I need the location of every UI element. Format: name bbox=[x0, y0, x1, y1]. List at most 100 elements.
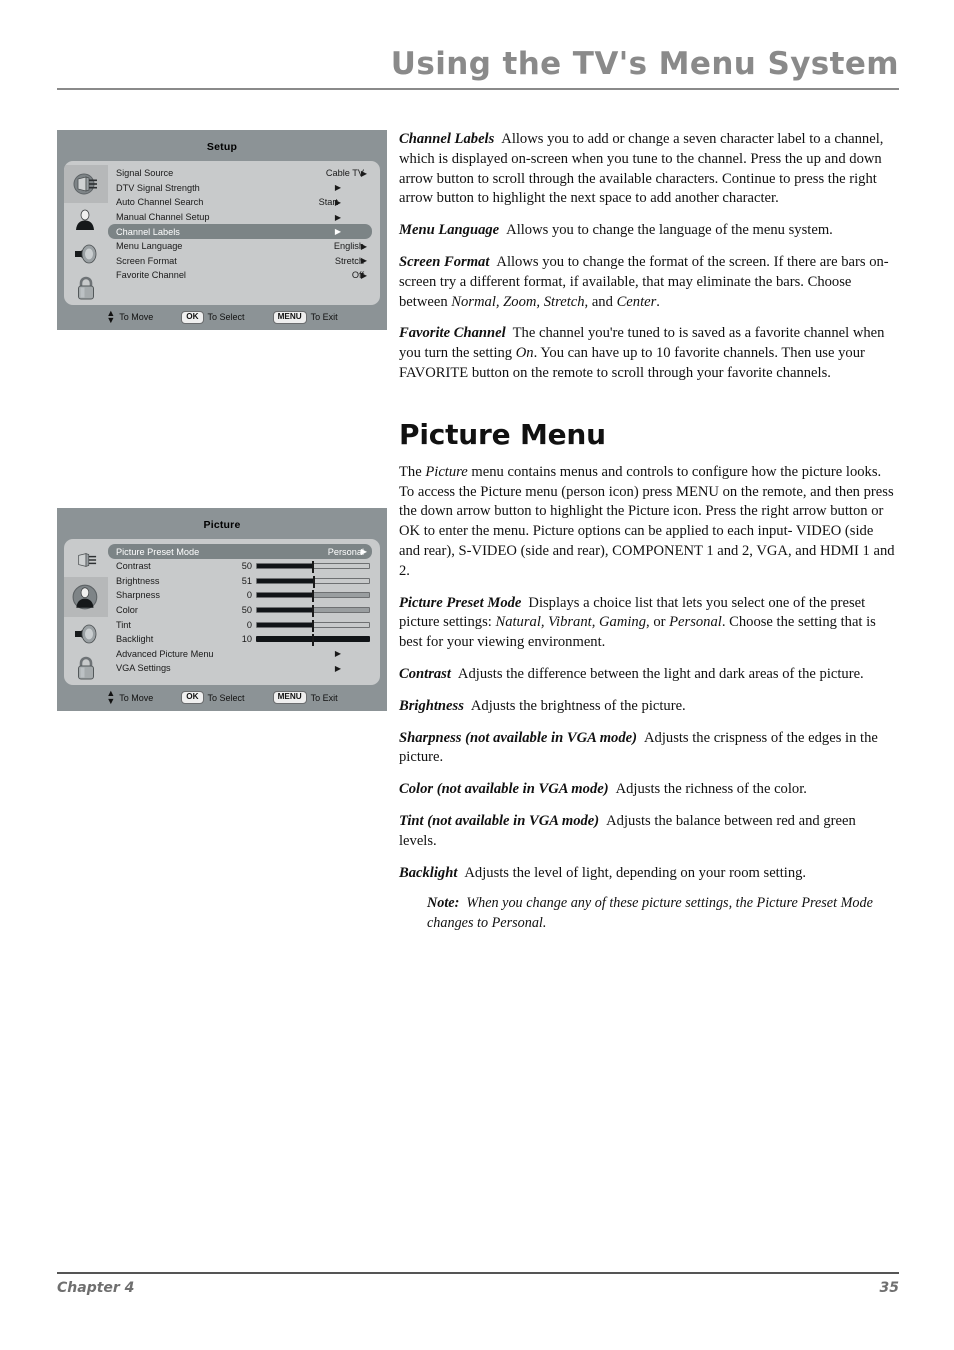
setup-menu-rows: Signal Source Cable TV ▶ DTV Signal Stre… bbox=[108, 161, 380, 305]
row-label: Favorite Channel bbox=[116, 270, 186, 281]
picture-row-contrast[interactable]: Contrast 50 bbox=[108, 559, 372, 574]
ok-key[interactable]: OK bbox=[181, 691, 204, 705]
backlight-slider[interactable] bbox=[256, 634, 370, 647]
row-label: Channel Labels bbox=[116, 226, 180, 237]
page-header: Using the TV's Menu System bbox=[57, 46, 899, 98]
row-value: 50 bbox=[241, 605, 252, 616]
row-label: DTV Signal Strength bbox=[116, 182, 200, 193]
menu-key[interactable]: MENU bbox=[272, 691, 307, 705]
paragraph-picture-intro: The Picture menu contains menus and cont… bbox=[399, 463, 896, 582]
row-label: Picture Preset Mode bbox=[116, 546, 200, 557]
setup-row-favorite-channel[interactable]: Favorite Channel Off ▶ bbox=[108, 268, 372, 283]
term-backlight: Backlight bbox=[399, 864, 458, 881]
text-brightness: Adjusts the brightness of the picture. bbox=[470, 697, 686, 714]
footer-select-hint: OK To Select bbox=[181, 310, 245, 324]
chevron-right-icon: ▶ bbox=[360, 256, 368, 266]
row-value: Personal bbox=[327, 546, 364, 557]
term-picture-preset-mode: Picture Preset Mode bbox=[399, 594, 522, 611]
row-value: Cable TV bbox=[325, 168, 364, 179]
footer-exit-hint: MENU To Exit bbox=[272, 310, 338, 324]
setup-row-menu-language[interactable]: Menu Language English ▶ bbox=[108, 239, 372, 254]
up-down-arrows-icon: ▲ ▼ bbox=[106, 308, 116, 326]
row-label: Menu Language bbox=[116, 241, 183, 252]
text-picture-intro-b: menu contains menus and controls to conf… bbox=[399, 463, 895, 579]
color-slider[interactable] bbox=[256, 605, 370, 618]
menu-key[interactable]: MENU bbox=[272, 310, 307, 324]
person-icon[interactable] bbox=[64, 203, 108, 237]
brightness-slider[interactable] bbox=[256, 575, 370, 588]
footer-select-label: To Select bbox=[207, 312, 245, 323]
chevron-right-icon: ▶ bbox=[334, 649, 342, 659]
text-screen-format-b: , and bbox=[584, 293, 617, 310]
sharpness-slider[interactable] bbox=[256, 590, 370, 603]
setup-row-screen-format[interactable]: Screen Format Stretch ▶ bbox=[108, 254, 372, 269]
row-value: 10 bbox=[241, 634, 252, 645]
speaker-icon[interactable] bbox=[64, 237, 108, 271]
picture-menu-footer: ▲ ▼ To Move OK To Select MENU To Exit bbox=[57, 685, 387, 710]
connector-icon[interactable] bbox=[64, 543, 108, 577]
chevron-right-icon: ▶ bbox=[334, 197, 342, 207]
row-label: Brightness bbox=[116, 575, 160, 586]
paragraph-menu-language: Menu Language Allows you to change the la… bbox=[399, 221, 896, 241]
row-value: 0 bbox=[246, 619, 252, 630]
row-label: Color bbox=[116, 605, 138, 616]
picture-menu-figure: Picture Picture Preset Mode Personal ▶ C… bbox=[57, 508, 387, 711]
connector-icon[interactable] bbox=[64, 165, 108, 203]
chevron-right-icon: ▶ bbox=[360, 547, 368, 557]
picture-row-vga-settings[interactable]: VGA Settings ▶ bbox=[108, 661, 372, 676]
term-sharpness: Sharpness (not available in VGA mode) bbox=[399, 729, 637, 746]
paragraph-backlight: Backlight Adjusts the level of light, dep… bbox=[399, 864, 896, 884]
chevron-right-icon: ▶ bbox=[360, 168, 368, 178]
picture-menu-body: Picture Preset Mode Personal ▶ Contrast … bbox=[64, 539, 380, 686]
figure-spacer bbox=[57, 330, 387, 508]
chevron-right-icon: ▶ bbox=[360, 270, 368, 280]
person-icon[interactable] bbox=[64, 577, 108, 618]
setup-row-manual-channel-setup[interactable]: Manual Channel Setup ▶ bbox=[108, 210, 372, 225]
ok-key[interactable]: OK bbox=[181, 310, 204, 324]
picture-preset-options: Natural, Vibrant, Gaming bbox=[495, 614, 647, 631]
row-label: Contrast bbox=[116, 561, 151, 572]
picture-intro-italic: Picture bbox=[425, 463, 468, 480]
note-label: Note: bbox=[427, 895, 460, 912]
speaker-icon[interactable] bbox=[64, 617, 108, 651]
row-label: Auto Channel Search bbox=[116, 197, 204, 208]
paragraph-screen-format: Screen Format Allows you to change the fo… bbox=[399, 253, 896, 312]
text-screen-format-c: . bbox=[656, 293, 660, 310]
setup-row-auto-channel-search[interactable]: Auto Channel Search Start ▶ bbox=[108, 195, 372, 210]
setup-row-channel-labels[interactable]: Channel Labels ▶ bbox=[108, 224, 372, 239]
picture-row-sharpness[interactable]: Sharpness 0 bbox=[108, 588, 372, 603]
picture-row-backlight[interactable]: Backlight 10 bbox=[108, 632, 372, 647]
footer-select-hint: OK To Select bbox=[181, 691, 245, 705]
padlock-icon[interactable] bbox=[64, 271, 108, 305]
picture-menu-iconbar bbox=[64, 539, 108, 685]
chevron-right-icon: ▶ bbox=[334, 227, 342, 237]
paragraph-channel-labels: Channel Labels Allows you to add or chang… bbox=[399, 130, 896, 209]
setup-menu-title: Setup bbox=[206, 141, 238, 153]
setup-row-dtv-signal-strength[interactable]: DTV Signal Strength ▶ bbox=[108, 181, 372, 196]
row-label: Manual Channel Setup bbox=[116, 212, 210, 223]
picture-row-advanced-picture-menu[interactable]: Advanced Picture Menu ▶ bbox=[108, 647, 372, 662]
setup-menu-footer: ▲ ▼ To Move OK To Select MENU To Exit bbox=[57, 305, 387, 330]
picture-row-color[interactable]: Color 50 bbox=[108, 603, 372, 618]
term-color: Color (not available in VGA mode) bbox=[399, 781, 609, 798]
text-picture-preset-b: , or bbox=[646, 614, 670, 631]
picture-row-preset-mode[interactable]: Picture Preset Mode Personal ▶ bbox=[108, 544, 372, 559]
row-value: 51 bbox=[241, 575, 252, 586]
row-label: Tint bbox=[116, 619, 131, 630]
text-picture-intro-a: The bbox=[399, 463, 426, 480]
padlock-icon[interactable] bbox=[64, 651, 108, 685]
term-tint: Tint (not available in VGA mode) bbox=[399, 812, 600, 829]
row-label: Sharpness bbox=[116, 590, 160, 601]
left-figure-column: Setup Signal Source Cable TV ▶ DTV Signa… bbox=[57, 130, 387, 711]
term-contrast: Contrast bbox=[399, 665, 451, 682]
picture-row-brightness[interactable]: Brightness 51 bbox=[108, 574, 372, 589]
tint-slider[interactable] bbox=[256, 619, 370, 632]
contrast-slider[interactable] bbox=[256, 561, 370, 574]
footer-exit-label: To Exit bbox=[310, 692, 338, 703]
setup-row-signal-source[interactable]: Signal Source Cable TV ▶ bbox=[108, 166, 372, 181]
text-contrast: Adjusts the difference between the light… bbox=[457, 665, 864, 682]
footer-divider bbox=[57, 1272, 899, 1274]
picture-row-tint[interactable]: Tint 0 bbox=[108, 617, 372, 632]
row-label: Screen Format bbox=[116, 255, 177, 266]
